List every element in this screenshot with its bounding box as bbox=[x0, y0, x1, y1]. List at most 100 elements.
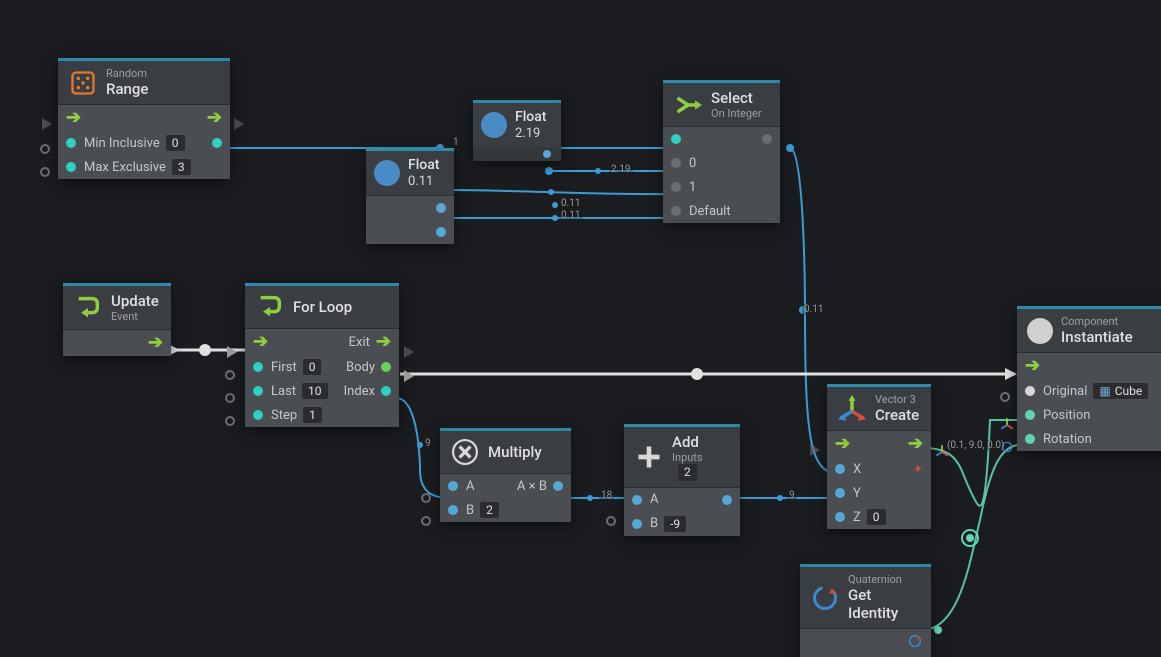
node-subtitle: Event bbox=[111, 310, 159, 323]
flow-in-marker bbox=[42, 118, 52, 130]
merge-icon bbox=[673, 90, 703, 120]
output-port[interactable] bbox=[436, 227, 446, 237]
output-port[interactable] bbox=[212, 138, 222, 148]
z-label: Z bbox=[853, 510, 861, 525]
index-port[interactable] bbox=[381, 386, 391, 396]
last-value[interactable]: 10 bbox=[302, 383, 328, 399]
node-title: Update bbox=[111, 292, 159, 310]
wire-label: 0.11 bbox=[802, 304, 826, 315]
inputs-row: Inputs 2 bbox=[672, 451, 730, 481]
original-label: Original bbox=[1043, 384, 1087, 399]
flow-body-marker bbox=[404, 370, 414, 382]
node-update[interactable]: Update Event ➔ bbox=[63, 283, 171, 356]
position-port[interactable] bbox=[1025, 410, 1035, 420]
port-marker bbox=[225, 393, 235, 403]
node-title: Multiply bbox=[488, 443, 542, 461]
port-marker bbox=[421, 516, 431, 526]
flow-in-icon[interactable]: ➔ bbox=[1025, 357, 1040, 375]
selector-port[interactable] bbox=[671, 134, 681, 144]
plus-icon bbox=[634, 442, 664, 472]
port-marker bbox=[225, 416, 235, 426]
input-port[interactable] bbox=[66, 138, 76, 148]
b-port[interactable] bbox=[448, 505, 458, 515]
a-port[interactable] bbox=[632, 495, 642, 505]
node-vector3-create[interactable]: Vector 3 Create ➔ ➔ X ✦ Y Z 0 bbox=[827, 384, 931, 529]
default-label: Default bbox=[689, 204, 731, 219]
flow-out-icon[interactable]: ➔ bbox=[908, 435, 923, 453]
float-value[interactable]: 0.11 bbox=[408, 174, 439, 190]
port-marker bbox=[1000, 392, 1010, 402]
b-value[interactable]: 2 bbox=[480, 502, 499, 518]
flow-in-marker bbox=[227, 346, 237, 358]
node-title: Float bbox=[515, 109, 546, 126]
node-random-range[interactable]: Random Range ➔ ➔ Min Inclusive 0 Max Exc… bbox=[58, 58, 230, 179]
step-label: Step bbox=[271, 408, 297, 423]
expr-label: A × B bbox=[517, 479, 547, 494]
node-select[interactable]: Select On Integer 0 1 Default bbox=[663, 80, 780, 223]
node-title: Add bbox=[672, 433, 730, 451]
min-value[interactable]: 0 bbox=[166, 135, 185, 151]
rotate-icon bbox=[810, 583, 840, 613]
output-port[interactable] bbox=[436, 203, 446, 213]
first-port[interactable] bbox=[253, 362, 263, 372]
input-port[interactable] bbox=[671, 182, 681, 192]
axes-in-icon bbox=[1000, 417, 1014, 431]
input-port[interactable] bbox=[671, 206, 681, 216]
min-label: Min Inclusive bbox=[84, 136, 160, 151]
body-port[interactable] bbox=[381, 362, 391, 372]
node-float-b[interactable]: Float 0.11 bbox=[366, 148, 454, 244]
step-port[interactable] bbox=[253, 410, 263, 420]
opt1-label: 1 bbox=[689, 180, 696, 195]
flow-exit-icon[interactable]: ➔ bbox=[376, 333, 391, 351]
result-port[interactable] bbox=[553, 481, 563, 491]
original-value[interactable]: ▦ Cube bbox=[1093, 383, 1148, 399]
node-float-a[interactable]: Float 2.19 bbox=[473, 100, 561, 161]
output-port[interactable] bbox=[543, 150, 551, 158]
node-add[interactable]: Add Inputs 2 A B -9 bbox=[624, 424, 740, 536]
x-label: X bbox=[853, 462, 861, 477]
wire-label: 18 bbox=[599, 490, 614, 501]
step-value[interactable]: 1 bbox=[303, 407, 322, 423]
node-instantiate[interactable]: Component Instantiate ➔ Original ▦ Cube … bbox=[1017, 306, 1161, 451]
output-port[interactable] bbox=[762, 134, 772, 144]
flow-out-icon[interactable]: ➔ bbox=[207, 109, 222, 127]
port-marker bbox=[40, 144, 50, 154]
node-subtitle: Quaternion bbox=[848, 573, 921, 586]
flow-in-icon[interactable]: ➔ bbox=[835, 435, 850, 453]
a-label: A bbox=[466, 479, 474, 494]
result-port[interactable] bbox=[722, 495, 732, 505]
node-for-loop[interactable]: For Loop ➔ Exit ➔ First 0 Body Last 10 I… bbox=[245, 283, 399, 427]
axes-out-icon bbox=[935, 444, 949, 458]
last-port[interactable] bbox=[253, 386, 263, 396]
node-title: Select bbox=[711, 89, 762, 107]
node-subtitle: On Integer bbox=[711, 107, 762, 120]
port-marker bbox=[40, 167, 50, 177]
port-marker bbox=[606, 516, 616, 526]
input-port[interactable] bbox=[66, 162, 76, 172]
node-multiply[interactable]: Multiply A A × B B 2 bbox=[440, 428, 571, 522]
axes-icon bbox=[837, 394, 867, 424]
x-port[interactable] bbox=[835, 464, 845, 474]
z-port[interactable] bbox=[835, 512, 845, 522]
rotate-in-icon bbox=[1000, 440, 1014, 454]
y-port[interactable] bbox=[835, 488, 845, 498]
z-value[interactable]: 0 bbox=[867, 509, 886, 525]
max-value[interactable]: 3 bbox=[172, 159, 191, 175]
node-subtitle: Vector 3 bbox=[875, 393, 919, 406]
first-value[interactable]: 0 bbox=[303, 359, 322, 375]
node-title: Range bbox=[106, 80, 148, 98]
flow-out-icon[interactable]: ➔ bbox=[148, 334, 163, 352]
a-port[interactable] bbox=[448, 481, 458, 491]
input-port[interactable] bbox=[671, 158, 681, 168]
original-port[interactable] bbox=[1025, 386, 1035, 396]
inputs-value[interactable]: 2 bbox=[678, 464, 697, 480]
node-quaternion-identity[interactable]: Quaternion Get Identity bbox=[800, 564, 931, 657]
body-label: Body bbox=[346, 360, 375, 375]
b-port[interactable] bbox=[632, 519, 642, 529]
flow-in-icon[interactable]: ➔ bbox=[66, 109, 81, 127]
float-value[interactable]: 2.19 bbox=[515, 126, 546, 142]
position-label: Position bbox=[1043, 408, 1090, 423]
rotation-port[interactable] bbox=[1025, 434, 1035, 444]
flow-in-icon[interactable]: ➔ bbox=[253, 333, 268, 351]
b-value[interactable]: -9 bbox=[664, 516, 686, 532]
